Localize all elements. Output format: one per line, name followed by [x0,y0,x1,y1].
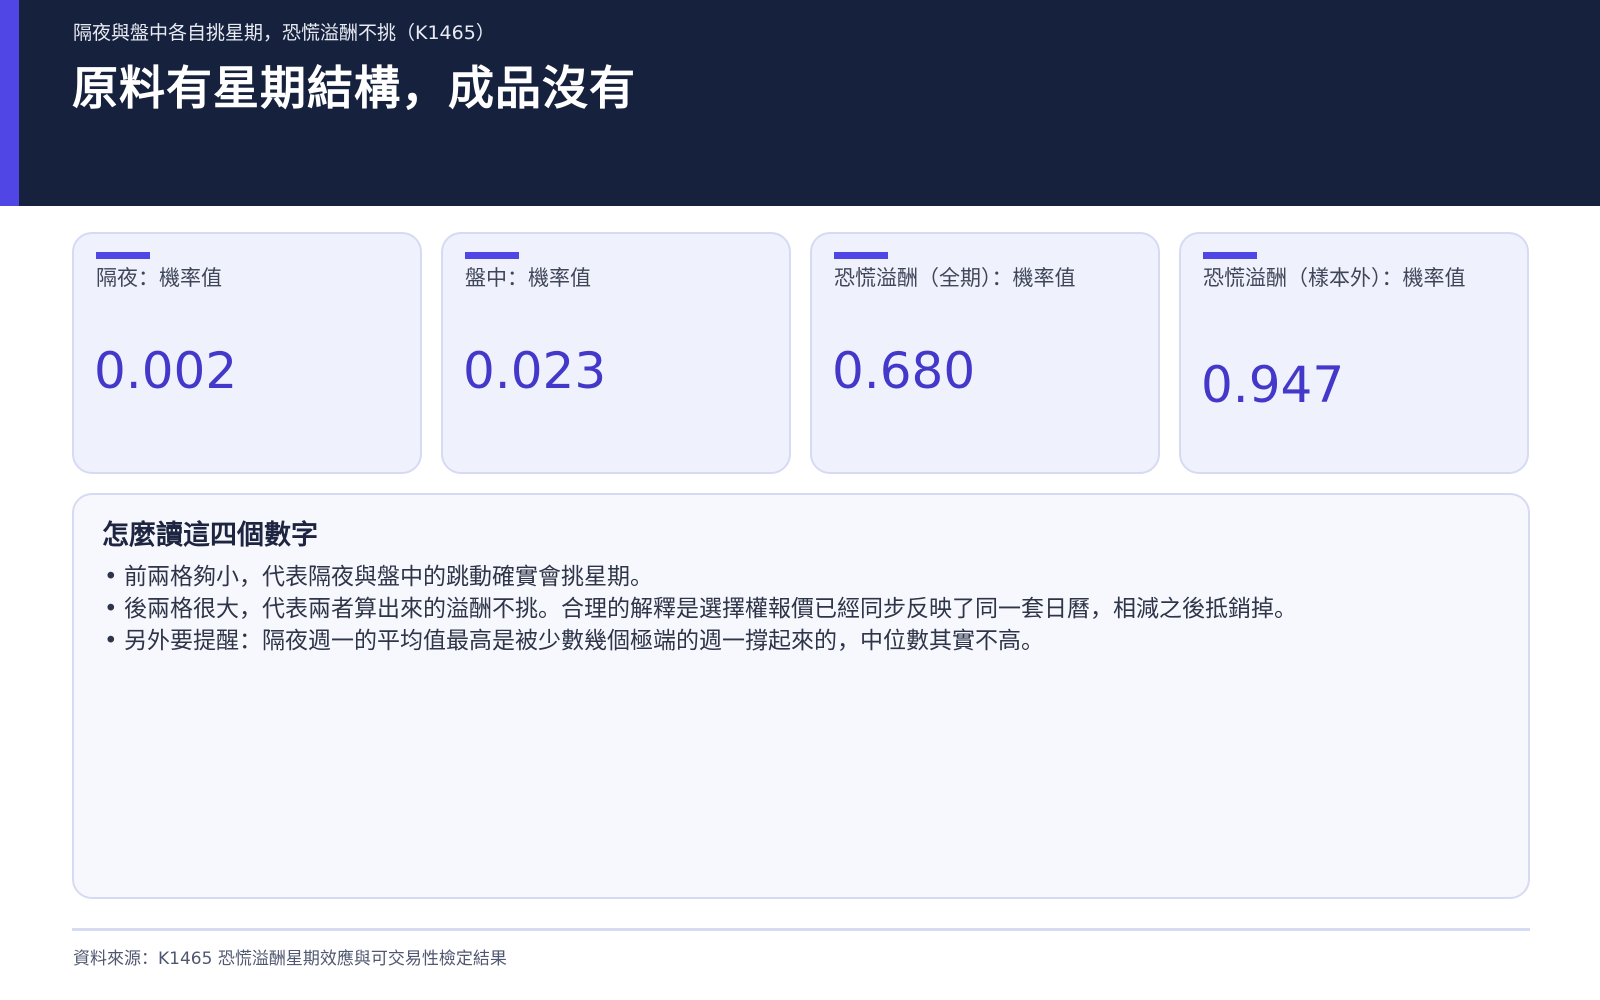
page-title: 原料有星期結構，成品沒有 [72,61,636,115]
card-label: 恐慌溢酬（全期）：機率值 [834,266,1076,290]
header-banner: 隔夜與盤中各自挑星期，恐慌溢酬不挑（K1465） 原料有星期結構，成品沒有 [0,0,1600,206]
list-item: • 另外要提醒：隔夜週一的平均值最高是被少數幾個極端的週一撐起來的，中位數其實不… [102,625,1297,657]
metric-card-overnight: 隔夜：機率值 0.002 [72,232,422,474]
list-item: • 前兩格夠小，代表隔夜與盤中的跳動確實會挑星期。 [102,561,1297,593]
card-value: 0.002 [94,342,238,400]
notes-list: • 前兩格夠小，代表隔夜與盤中的跳動確實會挑星期。 • 後兩格很大，代表兩者算出… [102,561,1297,657]
card-value: 0.023 [463,342,607,400]
metric-card-intraday: 盤中：機率值 0.023 [441,232,791,474]
card-label: 隔夜：機率值 [96,266,222,290]
bullet-icon: • [104,628,118,654]
footer-source: 資料來源：K1465 恐慌溢酬星期效應與可交易性檢定結果 [73,949,507,969]
footer-divider [72,928,1530,931]
card-accent-bar [834,252,888,259]
list-item-text: 前兩格夠小，代表隔夜與盤中的跳動確實會挑星期。 [124,564,653,590]
card-value: 0.947 [1201,356,1345,414]
notes-title: 怎麼讀這四個數字 [102,520,318,551]
list-item-text: 後兩格很大，代表兩者算出來的溢酬不挑。合理的解釋是選擇權報價已經同步反映了同一套… [124,596,1297,622]
metric-card-premium-oos: 恐慌溢酬（樣本外）：機率值 0.947 [1179,232,1529,474]
list-item-text: 另外要提醒：隔夜週一的平均值最高是被少數幾個極端的週一撐起來的，中位數其實不高。 [124,628,1044,654]
header-accent-bar [0,0,19,206]
header-kicker: 隔夜與盤中各自挑星期，恐慌溢酬不挑（K1465） [73,22,495,44]
card-accent-bar [96,252,150,259]
card-accent-bar [465,252,519,259]
metric-cards: 隔夜：機率值 0.002 盤中：機率值 0.023 恐慌溢酬（全期）：機率值 0… [72,232,1530,474]
bullet-icon: • [104,596,118,622]
notes-panel: 怎麼讀這四個數字 • 前兩格夠小，代表隔夜與盤中的跳動確實會挑星期。 • 後兩格… [72,493,1530,899]
card-accent-bar [1203,252,1257,259]
card-label: 恐慌溢酬（樣本外）：機率值 [1203,266,1466,290]
card-label: 盤中：機率值 [465,266,591,290]
bullet-icon: • [104,564,118,590]
list-item: • 後兩格很大，代表兩者算出來的溢酬不挑。合理的解釋是選擇權報價已經同步反映了同… [102,593,1297,625]
metric-card-premium-full: 恐慌溢酬（全期）：機率值 0.680 [810,232,1160,474]
card-value: 0.680 [832,342,976,400]
